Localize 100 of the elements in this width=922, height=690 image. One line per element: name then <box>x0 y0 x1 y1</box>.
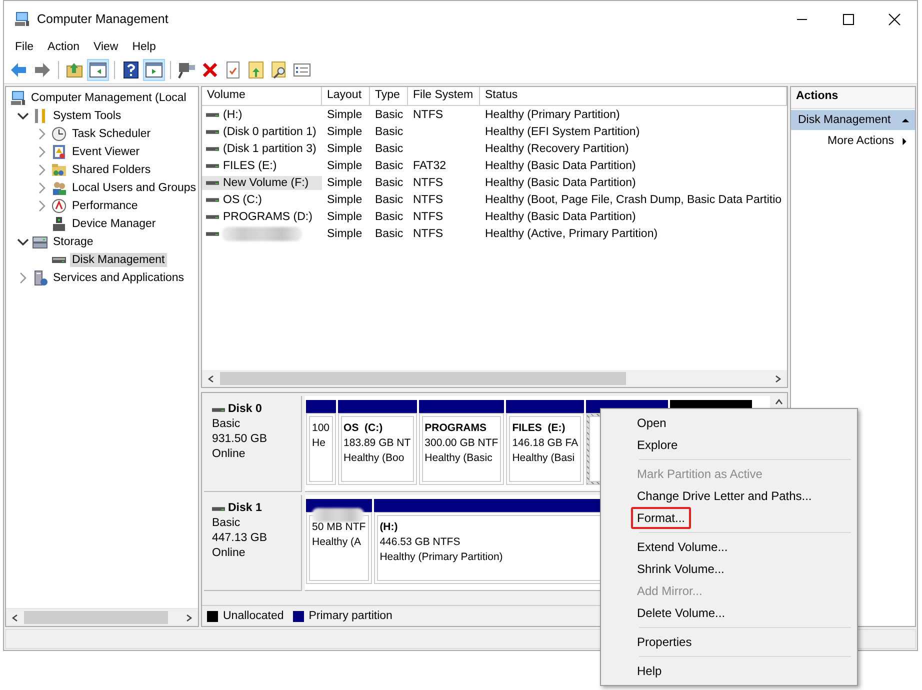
table-cell[interactable]: New Volume (F:) <box>222 176 310 190</box>
tree-item[interactable]: Performance <box>70 199 140 213</box>
table-cell: Simple <box>327 142 362 154</box>
table-cell: Healthy (Active, Primary Partition) <box>485 228 658 240</box>
table-cell[interactable]: OS (C:) <box>222 192 263 206</box>
column-header[interactable]: File System <box>408 87 480 105</box>
toolbar-button[interactable] <box>143 58 165 80</box>
partition-block[interactable]: 100 He <box>306 413 336 485</box>
menu-item[interactable]: Help <box>125 40 163 54</box>
tree-item[interactable]: System Tools <box>51 109 124 123</box>
table-cell[interactable]: FILES (E:) <box>222 158 278 172</box>
table-row-highlight[interactable]: (Disk 1 partition 3) <box>202 142 322 156</box>
window-title: Computer Management <box>37 12 168 26</box>
chevron-right-icon[interactable] <box>17 272 29 284</box>
disk-info-panel[interactable]: Disk 1 Basic 447.13 GB Online <box>204 495 302 591</box>
table-row-highlight[interactable]: (H:) <box>202 108 322 122</box>
partition-block[interactable]: OS (C:) 183.89 GB NT Healthy (Boo <box>338 413 417 485</box>
forward-arrow-icon <box>33 60 51 78</box>
table-cell[interactable]: PROGRAMS (D:) <box>222 210 314 224</box>
actions-section-header[interactable]: Disk Management <box>791 110 915 130</box>
partition-status: Healthy (Boo <box>344 451 404 466</box>
column-header[interactable]: Volume <box>202 87 322 105</box>
menu-item[interactable]: Action <box>40 40 86 54</box>
disk-drive-icon <box>212 506 225 512</box>
chevron-down-icon[interactable] <box>17 110 29 122</box>
gauge-icon <box>51 198 67 214</box>
tree-item[interactable]: Device Manager <box>70 217 158 231</box>
folder-search-icon <box>270 60 288 78</box>
table-row-highlight[interactable]: OS (C:) <box>202 192 322 206</box>
delete-icon <box>201 60 219 78</box>
table-cell: Simple <box>327 176 362 188</box>
horizontal-scrollbar[interactable] <box>202 370 787 387</box>
document-check-icon <box>224 60 242 78</box>
menu-item[interactable]: View <box>86 40 126 54</box>
disk-drive-icon <box>206 196 219 202</box>
table-cell: Healthy (Primary Partition) <box>485 108 620 120</box>
toolbar-button[interactable] <box>87 58 109 80</box>
legend-label: Unallocated <box>223 610 284 622</box>
tree-item[interactable]: Event Viewer <box>70 145 142 159</box>
tree-item[interactable]: Shared Folders <box>70 163 153 177</box>
partition-size: 50 MB NTF <box>312 520 366 535</box>
chevron-down-icon[interactable] <box>17 236 29 248</box>
column-header[interactable]: Status <box>480 87 787 105</box>
disk-info-panel[interactable]: Disk 0 Basic 931.50 GB Online <box>204 396 302 492</box>
menu-item[interactable]: Delete Volume... <box>631 602 732 624</box>
table-cell: NTFS <box>413 194 444 206</box>
table-cell[interactable]: (Disk 1 partition 3) <box>222 142 318 156</box>
shared-folder-icon <box>51 162 67 178</box>
menu-item[interactable]: Shrink Volume... <box>631 558 730 580</box>
menu-item[interactable]: Change Drive Letter and Paths... <box>631 485 818 507</box>
chevron-right-icon[interactable] <box>36 146 48 158</box>
tree-item[interactable]: Computer Management (Local <box>29 91 188 105</box>
partition-name: (H:) <box>380 520 398 535</box>
chevron-right-icon[interactable] <box>36 182 48 194</box>
chevron-right-icon[interactable] <box>36 164 48 176</box>
menu-item[interactable]: Extend Volume... <box>631 536 734 558</box>
chevron-right-icon[interactable] <box>36 200 48 212</box>
disk-drive-icon <box>212 406 225 412</box>
tree-item[interactable]: Disk Management <box>70 253 167 267</box>
tree-item[interactable]: Local Users and Groups <box>70 181 198 195</box>
column-header[interactable]: Type <box>370 87 408 105</box>
table-cell[interactable]: (H:) <box>222 108 244 122</box>
disk-drive-icon <box>206 146 219 152</box>
legend-label: Primary partition <box>308 610 392 622</box>
column-header[interactable]: Layout <box>322 87 370 105</box>
event-log-icon <box>51 144 67 160</box>
table-cell[interactable]: (Disk 0 partition 1) <box>222 124 318 138</box>
menu-item[interactable]: File <box>8 40 41 54</box>
tools-icon <box>32 108 48 124</box>
menu-item[interactable]: Explore <box>631 434 684 456</box>
table-cell: FAT32 <box>413 160 446 172</box>
tree-item[interactable]: Task Scheduler <box>70 127 153 141</box>
chevron-right-icon[interactable] <box>36 128 48 140</box>
tree-item[interactable]: Services and Applications <box>51 271 186 285</box>
partition-status: Healthy (Basi <box>512 451 575 466</box>
services-icon <box>32 270 48 286</box>
disk-drive-icon <box>206 162 219 168</box>
partition-status: Healthy (A <box>312 535 362 550</box>
disk-name: Disk 1 <box>228 501 262 516</box>
partition-status: Healthy (Basic <box>424 451 492 466</box>
tree-item[interactable]: Storage <box>51 235 96 249</box>
table-cell: Basic <box>375 176 404 188</box>
menu-item[interactable]: Format... <box>631 507 692 529</box>
table-row-highlight[interactable]: (Disk 0 partition 1) <box>202 124 322 138</box>
disk-status: Online <box>212 546 246 561</box>
table-row-highlight[interactable]: FILES (E:) <box>202 158 322 172</box>
section-title: Disk Management <box>798 114 891 126</box>
menu-item[interactable]: Help <box>631 660 668 682</box>
menu-item[interactable]: Open <box>631 412 672 434</box>
folder-up-icon <box>66 60 84 78</box>
table-cell: NTFS <box>413 176 444 188</box>
partition-block[interactable]: PROGRAMS 300.00 GB NTF Healthy (Basic <box>418 413 504 485</box>
horizontal-scrollbar[interactable] <box>6 608 198 626</box>
table-row-highlight[interactable]: PROGRAMS (D:) <box>202 210 322 224</box>
table-row-highlight[interactable]: New Volume (F:) <box>202 176 322 190</box>
disk-type: Basic <box>212 516 242 531</box>
device-icon <box>51 216 67 232</box>
partition-block[interactable]: FILES (E:) 146.18 GB FA Healthy (Basi <box>506 413 584 485</box>
menu-item[interactable]: Properties <box>631 631 698 653</box>
action-link[interactable]: More Actions <box>828 135 894 147</box>
